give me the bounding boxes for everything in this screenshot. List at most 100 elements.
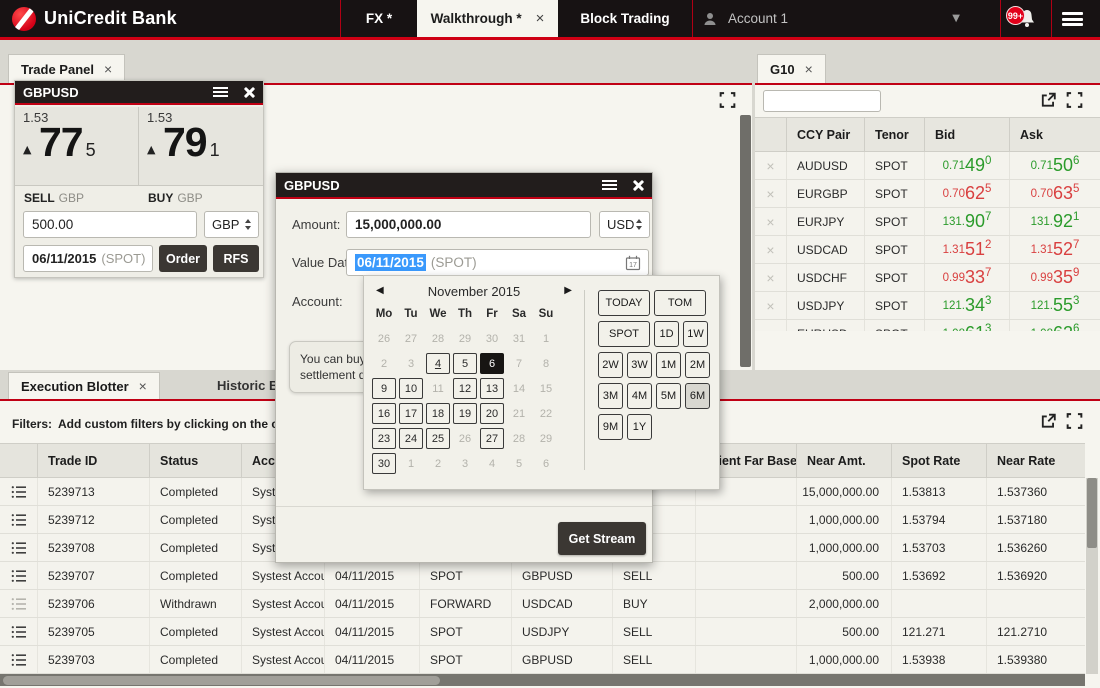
buy-price-tile[interactable]: 1.53 ▲ 791 [139, 107, 263, 185]
row-menu-icon[interactable] [0, 478, 38, 505]
remove-pair-icon[interactable]: × [755, 292, 787, 319]
tenor-button-5m[interactable]: 5M [656, 383, 681, 409]
tenor-button-1m[interactable]: 1M [656, 352, 681, 378]
tab-fx[interactable]: FX * [341, 0, 417, 37]
tab-execution-blotter[interactable]: Execution Blotter× [8, 372, 160, 399]
table-row[interactable]: 5239707 Completed Systest Account 04/11/… [0, 562, 1085, 590]
tab-trade-panel[interactable]: Trade Panel× [8, 54, 125, 83]
panel-scrollbar[interactable] [740, 115, 751, 367]
remove-pair-icon[interactable]: × [755, 208, 787, 235]
table-row[interactable]: 5239706 Withdrawn Systest Account 04/11/… [0, 590, 1085, 618]
ask-price[interactable]: 121.553 [1010, 292, 1100, 319]
header-trade-id[interactable]: Trade ID [38, 444, 150, 477]
account-menu[interactable]: Account 1 ▼ [692, 0, 1000, 37]
row-menu-icon[interactable] [0, 534, 38, 561]
calendar-day[interactable]: 9 [372, 378, 396, 399]
expand-panel-icon[interactable] [1066, 92, 1083, 108]
header-bid[interactable]: Bid [925, 118, 1010, 151]
ask-price[interactable]: 0.70635 [1010, 180, 1100, 207]
calendar-day[interactable]: 6 [480, 353, 504, 374]
calendar-day[interactable]: 23 [372, 428, 396, 449]
tab-g10[interactable]: G10× [757, 54, 826, 83]
tab-block-trading[interactable]: Block Trading [558, 0, 692, 37]
value-date-field[interactable]: 06/11/2015 (SPOT) [23, 245, 153, 272]
header-near-amt[interactable]: Near Amt. [797, 444, 892, 477]
dialog-currency-selector[interactable]: USD [599, 211, 650, 238]
bid-price[interactable]: 121.343 [925, 292, 1010, 319]
remove-pair-icon[interactable]: × [755, 264, 787, 291]
ask-price[interactable]: 0.71506 [1010, 152, 1100, 179]
calendar-day[interactable]: 13 [480, 378, 504, 399]
tenor-button-9m[interactable]: 9M [598, 414, 623, 440]
tenor-button-2w[interactable]: 2W [598, 352, 623, 378]
dialog-menu-icon[interactable] [602, 180, 617, 191]
tenor-button-today[interactable]: TODAY [598, 290, 650, 316]
row-menu-icon[interactable] [0, 646, 38, 673]
calendar-day[interactable]: 16 [372, 403, 396, 424]
next-month-icon[interactable]: ▶ [564, 285, 572, 296]
bid-price[interactable]: 0.99337 [925, 264, 1010, 291]
scrollbar-thumb[interactable] [1087, 478, 1097, 548]
row-menu-icon[interactable] [0, 506, 38, 533]
vertical-scrollbar[interactable] [1086, 478, 1098, 674]
calendar-day[interactable]: 25 [426, 428, 450, 449]
tenor-button-spot[interactable]: SPOT [598, 321, 650, 347]
ask-price[interactable]: 131.921 [1010, 208, 1100, 235]
header-spot-rate[interactable]: Spot Rate [892, 444, 987, 477]
calendar-day[interactable]: 5 [453, 353, 477, 374]
tenor-button-3m[interactable]: 3M [598, 383, 623, 409]
tenor-button-2m[interactable]: 2M [685, 352, 710, 378]
currency-selector[interactable]: GBP [204, 211, 259, 238]
header-near-rate[interactable]: Near Rate [987, 444, 1085, 477]
table-row[interactable]: 5239703 Completed Systest Account 04/11/… [0, 646, 1085, 674]
pop-out-icon[interactable] [1040, 92, 1057, 108]
horizontal-scrollbar[interactable] [0, 674, 1085, 686]
expand-panel-icon[interactable] [719, 92, 736, 108]
main-menu-icon[interactable] [1062, 12, 1083, 26]
order-button[interactable]: Order [159, 245, 207, 272]
bid-price[interactable]: 0.71490 [925, 152, 1010, 179]
ask-price[interactable]: 1.08626 [1010, 320, 1100, 331]
dialog-amount-field[interactable] [346, 211, 591, 238]
dialog-header[interactable]: GBPUSD [276, 173, 652, 199]
tenor-button-3w[interactable]: 3W [627, 352, 652, 378]
tenor-button-6m[interactable]: 6M [685, 383, 710, 409]
calendar-day[interactable]: 17 [399, 403, 423, 424]
tenor-button-4m[interactable]: 4M [627, 383, 652, 409]
remove-pair-icon[interactable]: × [755, 152, 787, 179]
notifications-button[interactable]: 99+ [1000, 0, 1051, 37]
tab-walkthrough[interactable]: Walkthrough *× [417, 0, 558, 37]
dialog-close-icon[interactable] [633, 180, 644, 191]
get-stream-button[interactable]: Get Stream [558, 522, 646, 555]
widget-close-icon[interactable] [244, 87, 255, 98]
ask-price[interactable]: 0.99359 [1010, 264, 1100, 291]
tenor-button-1d[interactable]: 1D [654, 321, 679, 347]
sell-price-tile[interactable]: 1.53 ▲ 775 [15, 107, 139, 185]
calendar-day[interactable]: 4 [426, 353, 450, 374]
close-tab-icon[interactable]: × [536, 10, 545, 27]
scrollbar-thumb[interactable] [3, 676, 440, 685]
bid-price[interactable]: 1.08613 [925, 320, 1010, 331]
header-status[interactable]: Status [150, 444, 242, 477]
header-ask[interactable]: Ask [1010, 118, 1100, 151]
header-ccy-pair[interactable]: CCY Pair [787, 118, 865, 151]
calendar-day[interactable]: 24 [399, 428, 423, 449]
rfs-button[interactable]: RFS [213, 245, 259, 272]
dialog-value-date-field[interactable]: 06/11/2015 (SPOT) 17 [346, 249, 649, 276]
calendar-day[interactable]: 12 [453, 378, 477, 399]
g10-search-input[interactable] [763, 90, 881, 112]
row-menu-icon[interactable] [0, 562, 38, 589]
expand-panel-icon[interactable] [1066, 413, 1083, 429]
calendar-icon[interactable]: 17 [625, 255, 641, 271]
widget-menu-icon[interactable] [213, 87, 228, 98]
remove-pair-icon[interactable]: × [755, 180, 787, 207]
remove-pair-icon[interactable]: × [755, 236, 787, 263]
header-tenor[interactable]: Tenor [865, 118, 925, 151]
row-menu-icon[interactable] [0, 590, 38, 617]
tenor-button-1w[interactable]: 1W [683, 321, 708, 347]
pop-out-icon[interactable] [1040, 413, 1057, 429]
tenor-button-1y[interactable]: 1Y [627, 414, 652, 440]
close-tab-icon[interactable]: × [104, 61, 112, 77]
remove-pair-icon[interactable]: × [755, 320, 787, 331]
ask-price[interactable]: 1.31527 [1010, 236, 1100, 263]
